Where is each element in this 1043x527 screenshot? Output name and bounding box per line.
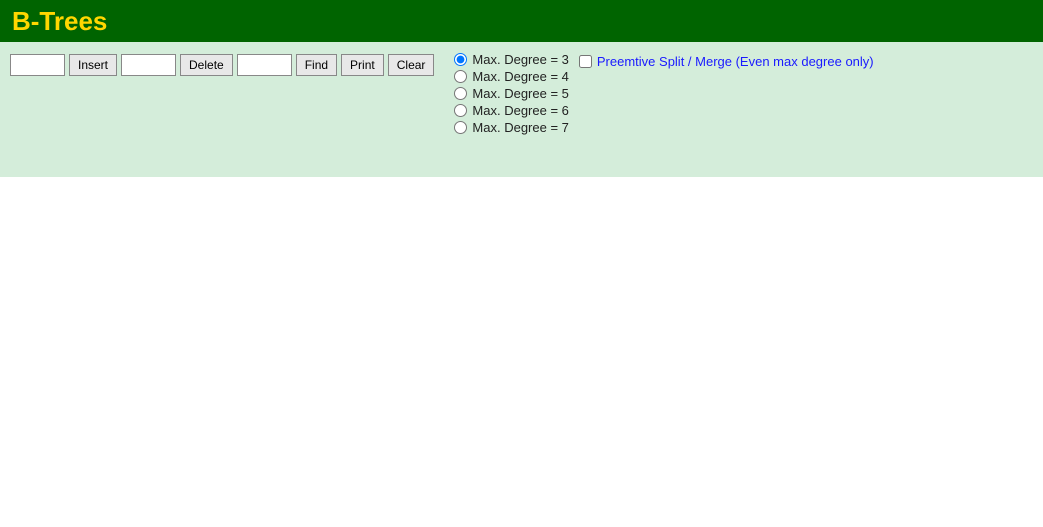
delete-input[interactable]	[121, 54, 176, 76]
radio-label-7: Max. Degree = 7	[472, 120, 568, 135]
app-title: B-Trees	[12, 6, 107, 37]
radio-label-3: Max. Degree = 3	[472, 52, 568, 67]
find-button[interactable]: Find	[296, 54, 337, 76]
radio-label-4: Max. Degree = 4	[472, 69, 568, 84]
insert-input[interactable]	[10, 54, 65, 76]
radio-degree-6[interactable]	[454, 104, 467, 117]
radio-degree-3[interactable]	[454, 53, 467, 66]
toolbar: Insert Delete Find Print Clear Max. Degr…	[0, 42, 1043, 177]
clear-button[interactable]: Clear	[388, 54, 435, 76]
find-input[interactable]	[237, 54, 292, 76]
radio-label-6: Max. Degree = 6	[472, 103, 568, 118]
radio-row-3: Max. Degree = 3	[454, 52, 568, 67]
insert-button[interactable]: Insert	[69, 54, 117, 76]
radio-row-7: Max. Degree = 7	[454, 120, 568, 135]
print-button[interactable]: Print	[341, 54, 384, 76]
app-header: B-Trees	[0, 0, 1043, 42]
controls-left: Insert Delete Find Print Clear	[10, 50, 434, 76]
preemtive-row: Preemtive Split / Merge (Even max degree…	[579, 54, 874, 69]
preemtive-checkbox[interactable]	[579, 55, 592, 68]
preemtive-section: Preemtive Split / Merge (Even max degree…	[579, 50, 874, 69]
radio-row-4: Max. Degree = 4	[454, 69, 568, 84]
radio-label-5: Max. Degree = 5	[472, 86, 568, 101]
preemtive-label: Preemtive Split / Merge (Even max degree…	[597, 54, 874, 69]
main-canvas	[0, 177, 1043, 527]
degree-radio-group: Max. Degree = 3 Max. Degree = 4 Max. Deg…	[454, 50, 568, 135]
radio-row-5: Max. Degree = 5	[454, 86, 568, 101]
radio-row-6: Max. Degree = 6	[454, 103, 568, 118]
radio-degree-4[interactable]	[454, 70, 467, 83]
radio-degree-5[interactable]	[454, 87, 467, 100]
radio-degree-7[interactable]	[454, 121, 467, 134]
delete-button[interactable]: Delete	[180, 54, 233, 76]
